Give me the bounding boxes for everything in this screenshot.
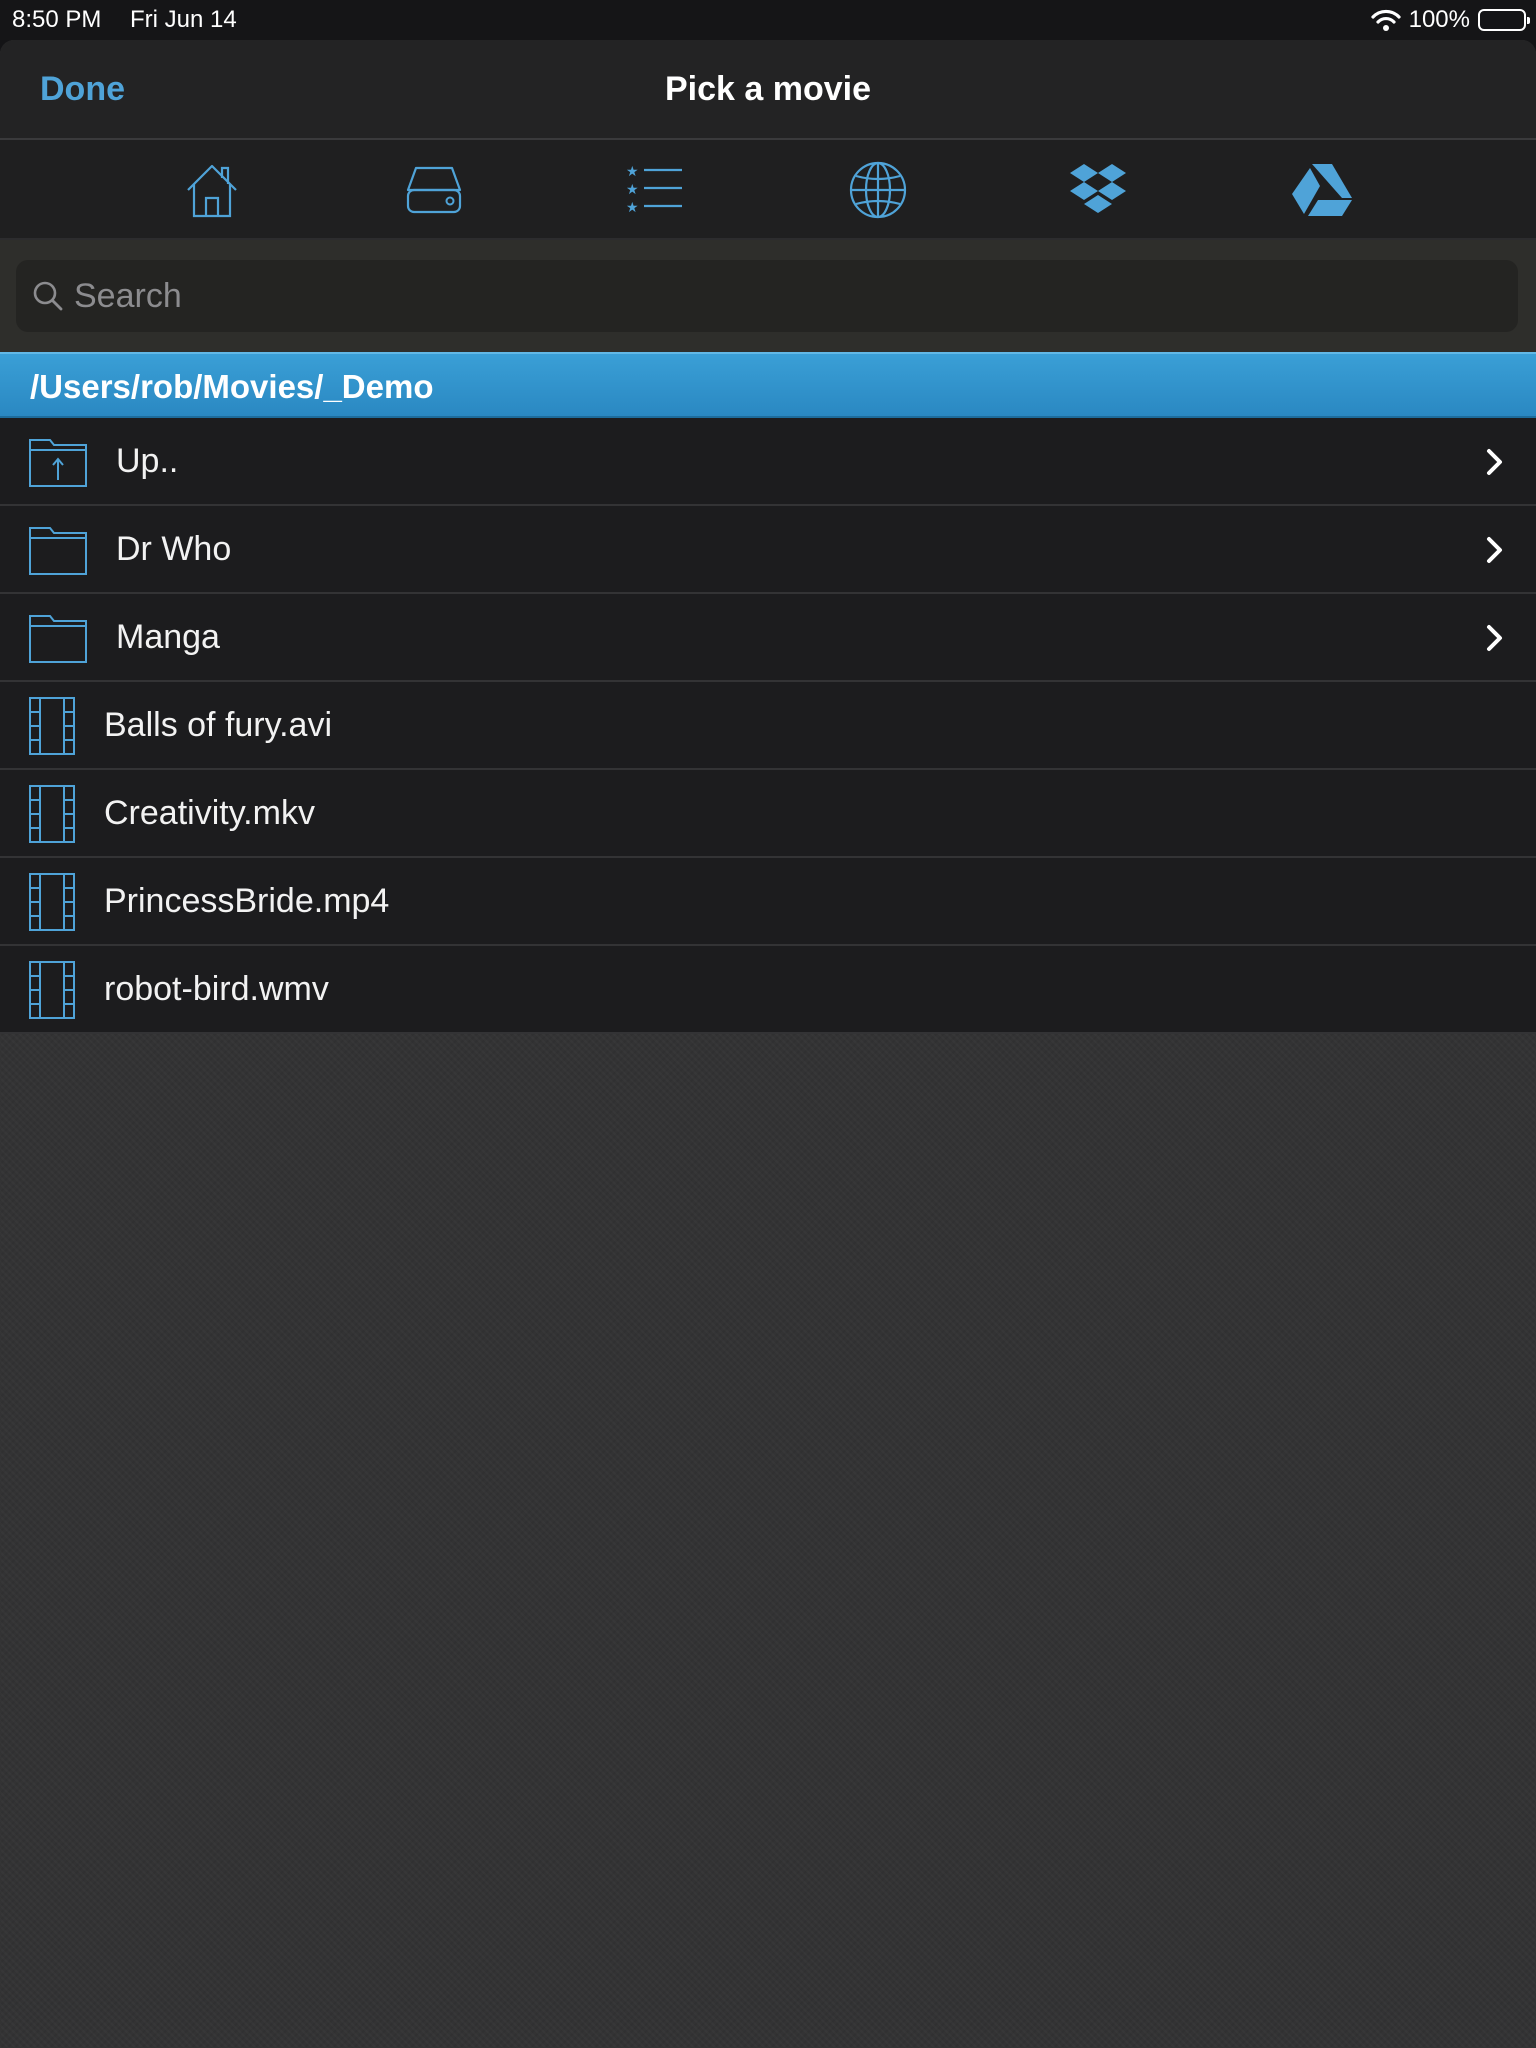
list-item-folder[interactable]: Dr Who (0, 506, 1536, 594)
list-item-label: Up.. (116, 442, 179, 480)
wifi-icon (1371, 9, 1401, 31)
hard-drive-icon[interactable] (402, 158, 466, 222)
source-toolbar: ★ ★ ★ (0, 140, 1536, 240)
status-date: Fri Jun 14 (130, 6, 237, 33)
path-header: /Users/rob/Movies/_Demo (0, 352, 1536, 418)
globe-icon[interactable] (846, 158, 910, 222)
list-item-label: Dr Who (116, 530, 232, 568)
film-icon (29, 697, 75, 755)
list-item-file[interactable]: Creativity.mkv (0, 770, 1536, 858)
list-item-label: Manga (116, 618, 220, 656)
svg-text:★: ★ (626, 200, 639, 216)
status-right: 100% (1371, 6, 1530, 34)
folder-up-icon (29, 439, 87, 487)
list-item-file[interactable]: Balls of fury.avi (0, 682, 1536, 770)
film-icon (29, 785, 75, 843)
search-input[interactable] (74, 274, 1494, 318)
list-item-label: robot-bird.wmv (104, 970, 329, 1008)
home-icon[interactable] (180, 158, 244, 222)
favorites-list-icon[interactable]: ★ ★ ★ (622, 158, 686, 222)
app-root: 8:50 PM Fri Jun 14 100% Done Pick a movi… (0, 0, 1536, 2048)
navigation-bar: Done Pick a movie (0, 40, 1536, 140)
battery-icon (1478, 9, 1530, 31)
svg-text:★: ★ (626, 164, 639, 180)
dropbox-icon[interactable] (1066, 158, 1130, 222)
battery-percent: 100% (1408, 6, 1470, 33)
search-field-container[interactable] (16, 260, 1518, 332)
current-path: /Users/rob/Movies/_Demo (30, 368, 434, 405)
chevron-right-icon (1487, 537, 1502, 563)
list-item-label: Balls of fury.avi (104, 706, 333, 744)
list-item-label: Creativity.mkv (104, 794, 315, 832)
film-icon (29, 961, 75, 1019)
picker-sheet: Done Pick a movie ★ ★ ★ Search /Users/ro… (0, 40, 1536, 2048)
folder-icon (29, 527, 87, 575)
chevron-right-icon (1487, 625, 1502, 651)
list-item-file[interactable]: robot-bird.wmv (0, 946, 1536, 1034)
list-item-label: PrincessBride.mp4 (104, 882, 390, 920)
page-title: Pick a movie (664, 70, 871, 108)
status-time: 8:50 PM (12, 6, 102, 33)
search-bar (0, 240, 1536, 352)
film-icon (29, 873, 75, 931)
google-drive-icon[interactable] (1290, 158, 1354, 222)
list-item-up[interactable]: Up.. (0, 418, 1536, 506)
status-bar: 8:50 PM Fri Jun 14 100% (0, 0, 1536, 40)
folder-icon (29, 615, 87, 663)
svg-text:★: ★ (626, 182, 639, 198)
done-button[interactable]: Done (40, 70, 125, 109)
search-icon (33, 281, 63, 311)
file-list: Up.. Dr Who Manga Balls of fury.avi Crea… (0, 418, 1536, 1034)
list-item-file[interactable]: PrincessBride.mp4 (0, 858, 1536, 946)
chevron-right-icon (1487, 449, 1502, 475)
list-item-folder[interactable]: Manga (0, 594, 1536, 682)
